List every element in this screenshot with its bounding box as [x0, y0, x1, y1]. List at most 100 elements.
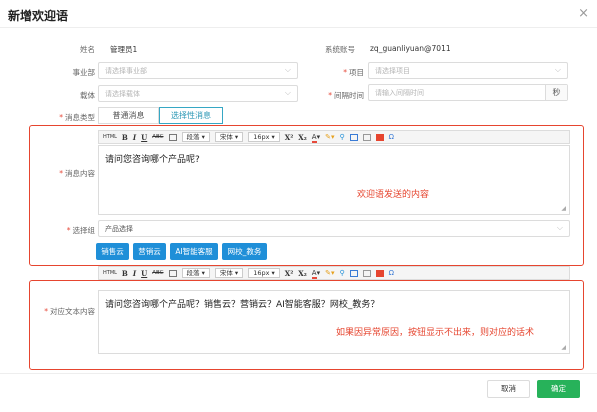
- confirm-button[interactable]: 确定: [537, 380, 580, 398]
- strike-button[interactable]: ABC: [152, 270, 163, 276]
- emoji-icon[interactable]: Ω: [389, 133, 394, 141]
- size-select[interactable]: 16px ▾: [248, 132, 280, 142]
- file-icon[interactable]: [362, 269, 371, 277]
- clear-format-icon[interactable]: [168, 133, 177, 141]
- reply-label-wrap: * 对应文本内容: [44, 307, 95, 316]
- channel-placeholder: 请选择载体: [105, 90, 140, 98]
- message-editor-text: 请问您咨询哪个产品呢?: [105, 155, 200, 165]
- dept-select[interactable]: 请选择事业部 ⌵: [98, 62, 298, 79]
- font-select[interactable]: 宋体 ▾: [214, 132, 244, 142]
- underline-button[interactable]: U: [141, 269, 147, 278]
- italic-button[interactable]: I: [133, 133, 136, 142]
- font-color-glyph: A: [311, 269, 317, 279]
- interval-placeholder: 请输入间隔时间: [375, 89, 424, 97]
- annotation-reply: 如果因异常原因，按钮显示不出来，则对应的话术: [336, 328, 535, 338]
- superscript-button[interactable]: X²: [285, 133, 294, 142]
- product-button-sales[interactable]: 销售云: [96, 243, 129, 260]
- bold-button[interactable]: B: [122, 269, 128, 278]
- product-label-wrap: * 选择组: [66, 226, 96, 235]
- dialog-title: 新增欢迎语: [8, 9, 69, 23]
- footer-divider: [0, 373, 597, 374]
- emoji-icon[interactable]: Ω: [389, 269, 394, 277]
- clear-format-icon[interactable]: [168, 269, 177, 277]
- channel-select[interactable]: 请选择载体 ⌵: [98, 85, 298, 102]
- font-value: 宋体: [219, 133, 233, 141]
- subscript-button[interactable]: X₂: [298, 133, 307, 142]
- add-welcome-dialog: 新增欢迎语 × 姓名 管理员1 系统账号 zq_guanliyuan@7011 …: [0, 0, 597, 412]
- project-label: 项目: [349, 68, 364, 77]
- reply-editor[interactable]: 请问您咨询哪个产品呢？销售云？营销云？AI智能客服？网校_教务？ ◢: [98, 290, 570, 354]
- msgtype-label: 消息类型: [65, 113, 95, 122]
- highlight-icon[interactable]: ✎▾: [325, 269, 334, 277]
- font-color-button[interactable]: A▾: [311, 133, 320, 143]
- content-label-wrap: * 消息内容: [59, 169, 95, 178]
- editor-toolbar: HTML B I U ABC 段落 ▾ 宋体 ▾ 16px ▾ X² X₂ A▾…: [98, 130, 570, 144]
- font-value: 宋体: [219, 269, 233, 277]
- size-select[interactable]: 16px ▾: [248, 268, 280, 278]
- link-icon[interactable]: ⚲: [340, 133, 345, 141]
- paragraph-select[interactable]: 段落 ▾: [181, 268, 210, 278]
- chevron-down-icon: ⌵: [556, 223, 563, 232]
- chevron-down-icon: ⌵: [554, 65, 561, 74]
- paragraph-value: 段落: [186, 133, 200, 141]
- chevron-down-icon: ⌵: [284, 65, 291, 74]
- reply-label: 对应文本内容: [50, 307, 95, 316]
- message-editor[interactable]: 请问您咨询哪个产品呢? ◢: [98, 145, 570, 215]
- interval-label: 间隔时间: [334, 91, 364, 100]
- name-value: 管理员1: [110, 45, 138, 54]
- font-select[interactable]: 宋体 ▾: [214, 268, 244, 278]
- product-select[interactable]: 产品选择 ⌵: [98, 220, 570, 237]
- chevron-down-icon: ⌵: [284, 88, 291, 97]
- link-icon[interactable]: ⚲: [340, 269, 345, 277]
- interval-label-wrap: * 间隔时间: [328, 91, 364, 100]
- dept-label: 事业部: [72, 68, 96, 77]
- table-icon[interactable]: [375, 269, 384, 277]
- name-label: 姓名: [80, 45, 95, 54]
- paragraph-value: 段落: [186, 269, 200, 277]
- underline-button[interactable]: U: [141, 133, 147, 142]
- cancel-button[interactable]: 取消: [487, 380, 530, 398]
- reply-editor-toolbar: HTML B I U ABC 段落 ▾ 宋体 ▾ 16px ▾ X² X₂ A▾…: [98, 266, 570, 280]
- content-label: 消息内容: [65, 169, 95, 178]
- source-button[interactable]: HTML: [103, 270, 117, 276]
- source-button[interactable]: HTML: [103, 134, 117, 140]
- product-placeholder: 产品选择: [105, 225, 133, 233]
- file-icon[interactable]: [362, 133, 371, 141]
- highlight-icon[interactable]: ✎▾: [325, 133, 334, 141]
- font-color-glyph: A: [311, 133, 317, 143]
- size-value: 16px: [253, 269, 270, 277]
- strike-button[interactable]: ABC: [152, 134, 163, 140]
- project-select[interactable]: 请选择项目 ⌵: [368, 62, 568, 79]
- paragraph-select[interactable]: 段落 ▾: [181, 132, 210, 142]
- image-icon[interactable]: [349, 269, 358, 277]
- header-divider: [0, 27, 597, 28]
- size-value: 16px: [253, 133, 270, 141]
- reply-editor-text: 请问您咨询哪个产品呢？销售云？营销云？AI智能客服？网校_教务？: [105, 300, 380, 310]
- dept-placeholder: 请选择事业部: [105, 67, 147, 75]
- tab-selective-message[interactable]: 选择性消息: [159, 107, 223, 124]
- product-button-school[interactable]: 网校_教务: [222, 243, 267, 260]
- product-button-ai[interactable]: AI智能客服: [170, 243, 218, 260]
- interval-unit: 秒: [545, 85, 567, 100]
- channel-label: 载体: [80, 91, 95, 100]
- bold-button[interactable]: B: [122, 133, 128, 142]
- font-color-button[interactable]: A▾: [311, 269, 320, 279]
- superscript-button[interactable]: X²: [285, 269, 294, 278]
- account-value: zq_guanliyuan@7011: [370, 44, 451, 53]
- interval-input[interactable]: 请输入间隔时间 秒: [368, 84, 568, 101]
- account-label: 系统账号: [325, 45, 355, 54]
- msgtype-label-wrap: * 消息类型: [59, 113, 95, 122]
- project-label-wrap: * 项目: [343, 68, 364, 77]
- subscript-button[interactable]: X₂: [298, 269, 307, 278]
- resize-handle-icon[interactable]: ◢: [561, 205, 566, 212]
- project-placeholder: 请选择项目: [375, 67, 410, 75]
- table-icon[interactable]: [375, 133, 384, 141]
- italic-button[interactable]: I: [133, 269, 136, 278]
- product-label: 选择组: [72, 226, 96, 235]
- close-icon[interactable]: ×: [578, 6, 589, 21]
- resize-handle-icon[interactable]: ◢: [561, 344, 566, 351]
- annotation-welcome: 欢迎语发送的内容: [357, 190, 430, 200]
- product-button-marketing[interactable]: 营销云: [133, 243, 166, 260]
- tab-normal-message[interactable]: 普通消息: [98, 107, 159, 124]
- image-icon[interactable]: [349, 133, 358, 141]
